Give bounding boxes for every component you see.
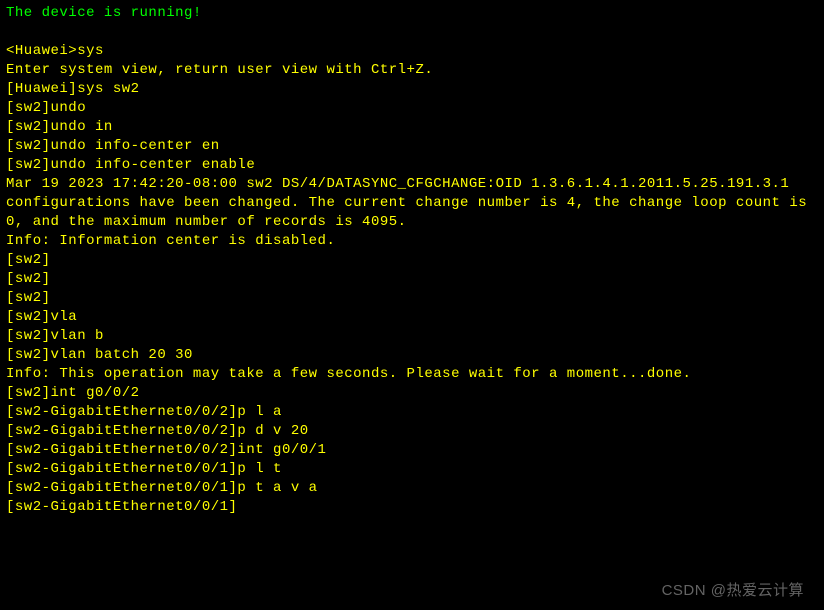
terminal-line: [sw2]undo in bbox=[6, 118, 818, 137]
terminal-line bbox=[6, 23, 818, 42]
watermark-text: CSDN @热爱云计算 bbox=[662, 579, 804, 600]
terminal-line: [sw2] bbox=[6, 289, 818, 308]
terminal-line: [sw2]undo info-center enable bbox=[6, 156, 818, 175]
terminal-line: [sw2]undo info-center en bbox=[6, 137, 818, 156]
terminal-line: Info: Information center is disabled. bbox=[6, 232, 818, 251]
terminal-line: [sw2]vlan batch 20 30 bbox=[6, 346, 818, 365]
terminal-line: [sw2-GigabitEthernet0/0/2]p d v 20 bbox=[6, 422, 818, 441]
terminal-line: Mar 19 2023 17:42:20-08:00 sw2 DS/4/DATA… bbox=[6, 175, 818, 232]
terminal-line: Info: This operation may take a few seco… bbox=[6, 365, 818, 384]
terminal-line: [sw2]vla bbox=[6, 308, 818, 327]
terminal-line: Enter system view, return user view with… bbox=[6, 61, 818, 80]
terminal-line: [Huawei]sys sw2 bbox=[6, 80, 818, 99]
terminal-line: [sw2-GigabitEthernet0/0/1]p l t bbox=[6, 460, 818, 479]
terminal-line: The device is running! bbox=[6, 4, 818, 23]
terminal-line: [sw2] bbox=[6, 270, 818, 289]
terminal-output[interactable]: The device is running! <Huawei>sysEnter … bbox=[0, 0, 824, 521]
terminal-line: [sw2-GigabitEthernet0/0/2]p l a bbox=[6, 403, 818, 422]
terminal-line: [sw2]vlan b bbox=[6, 327, 818, 346]
terminal-line: [sw2]undo bbox=[6, 99, 818, 118]
terminal-line: [sw2-GigabitEthernet0/0/1] bbox=[6, 498, 818, 517]
terminal-line: [sw2-GigabitEthernet0/0/2]int g0/0/1 bbox=[6, 441, 818, 460]
terminal-line: <Huawei>sys bbox=[6, 42, 818, 61]
terminal-line: [sw2] bbox=[6, 251, 818, 270]
terminal-line: [sw2]int g0/0/2 bbox=[6, 384, 818, 403]
terminal-line: [sw2-GigabitEthernet0/0/1]p t a v a bbox=[6, 479, 818, 498]
